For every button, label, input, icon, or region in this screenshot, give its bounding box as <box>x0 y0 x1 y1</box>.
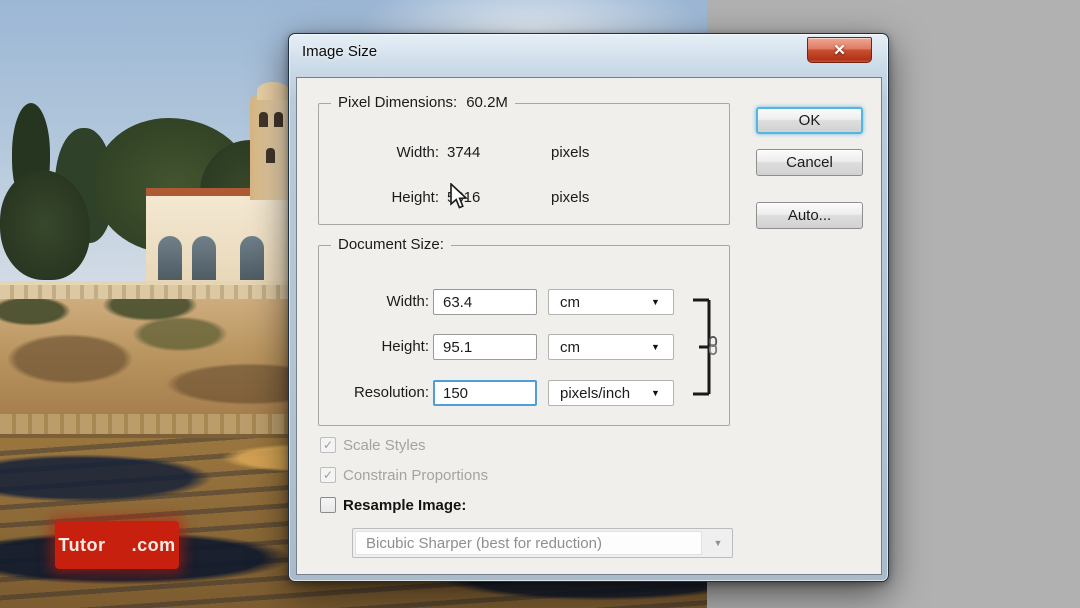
resample-method-arrow: ▼ <box>704 529 732 557</box>
check-icon: ✓ <box>323 438 333 452</box>
photoshop-workspace: Tutor .com Image Size ✕ Pixel Dimensions… <box>0 0 1080 608</box>
doc-width-input[interactable] <box>433 289 537 315</box>
pixel-width-value: 3744 <box>447 144 480 161</box>
constrain-proportions-checkbox: ✓ <box>320 467 336 483</box>
resolution-row: Resolution: pixels/inch ▼ <box>319 380 731 407</box>
mouse-cursor <box>449 183 471 211</box>
pixel-height-unit: pixels <box>551 189 589 206</box>
doc-height-label: Height: <box>381 338 429 355</box>
doc-height-unit-select[interactable]: cm ▼ <box>548 334 674 360</box>
chevron-down-icon: ▼ <box>714 538 723 548</box>
chevron-down-icon: ▼ <box>651 297 673 307</box>
document-size-legend: Document Size: <box>331 236 451 253</box>
arched-window <box>192 236 216 280</box>
resample-method-value: Bicubic Sharper (best for reduction) <box>355 531 702 555</box>
close-button[interactable]: ✕ <box>807 37 872 63</box>
close-icon: ✕ <box>833 43 846 58</box>
arched-window <box>240 236 264 280</box>
pixel-dimensions-label: Pixel Dimensions: <box>338 94 457 111</box>
pixel-dimensions-size: 60.2M <box>466 94 508 111</box>
check-icon: ✓ <box>323 468 333 482</box>
watermark-text-prefix: Tutor <box>58 535 105 556</box>
resolution-unit-value: pixels/inch <box>549 385 651 402</box>
pixel-width-unit: pixels <box>551 144 589 161</box>
ok-button[interactable]: OK <box>756 107 863 134</box>
doc-height-input[interactable] <box>433 334 537 360</box>
doc-width-unit-select[interactable]: cm ▼ <box>548 289 674 315</box>
resolution-unit-select[interactable]: pixels/inch ▼ <box>548 380 674 406</box>
pixel-width-label: Width: <box>339 144 439 161</box>
doc-width-label: Width: <box>386 293 429 310</box>
scale-styles-row: ✓ Scale Styles <box>320 436 426 454</box>
auto-button[interactable]: Auto... <box>756 202 863 229</box>
constrain-proportions-row: ✓ Constrain Proportions <box>320 466 488 484</box>
watermark-text-suffix: .com <box>132 535 176 556</box>
pixel-dimensions-legend: Pixel Dimensions: 60.2M <box>331 94 515 111</box>
resample-image-label: Resample Image: <box>343 497 466 514</box>
dialog-content: Pixel Dimensions: 60.2M Width: 3744 pixel… <box>296 77 882 575</box>
bell-tower-cap <box>257 82 289 100</box>
cancel-button[interactable]: Cancel <box>756 149 863 176</box>
doc-height-unit-value: cm <box>549 339 651 356</box>
scale-styles-label: Scale Styles <box>343 437 426 454</box>
tower-window <box>266 148 275 163</box>
doc-width-unit-value: cm <box>549 294 651 311</box>
doc-height-row: Height: cm ▼ <box>319 334 731 361</box>
image-size-dialog: Image Size ✕ Pixel Dimensions: 60.2M Widt… <box>288 33 889 582</box>
pixel-height-label: Height: <box>339 189 439 206</box>
scale-styles-checkbox: ✓ <box>320 437 336 453</box>
resample-method-select: Bicubic Sharper (best for reduction) ▼ <box>352 528 733 558</box>
document-size-group: Document Size: Width: cm ▼ Height: cm ▼ <box>318 245 730 426</box>
dialog-title: Image Size <box>302 43 377 60</box>
chain-link-icon <box>707 336 719 356</box>
chevron-down-icon: ▼ <box>651 342 673 352</box>
resample-image-checkbox[interactable] <box>320 497 336 513</box>
resample-image-row: Resample Image: <box>320 496 466 514</box>
resolution-input[interactable] <box>433 380 537 406</box>
watermark: Tutor .com <box>55 521 179 569</box>
pixel-dimensions-group: Pixel Dimensions:60.2M Width: 3744 pixel… <box>318 103 730 225</box>
tower-window <box>274 112 283 127</box>
tower-window <box>259 112 268 127</box>
chevron-down-icon: ▼ <box>651 388 673 398</box>
doc-width-row: Width: cm ▼ <box>319 289 731 316</box>
resolution-label: Resolution: <box>354 384 429 401</box>
constrain-proportions-label: Constrain Proportions <box>343 467 488 484</box>
arched-window <box>158 236 182 280</box>
